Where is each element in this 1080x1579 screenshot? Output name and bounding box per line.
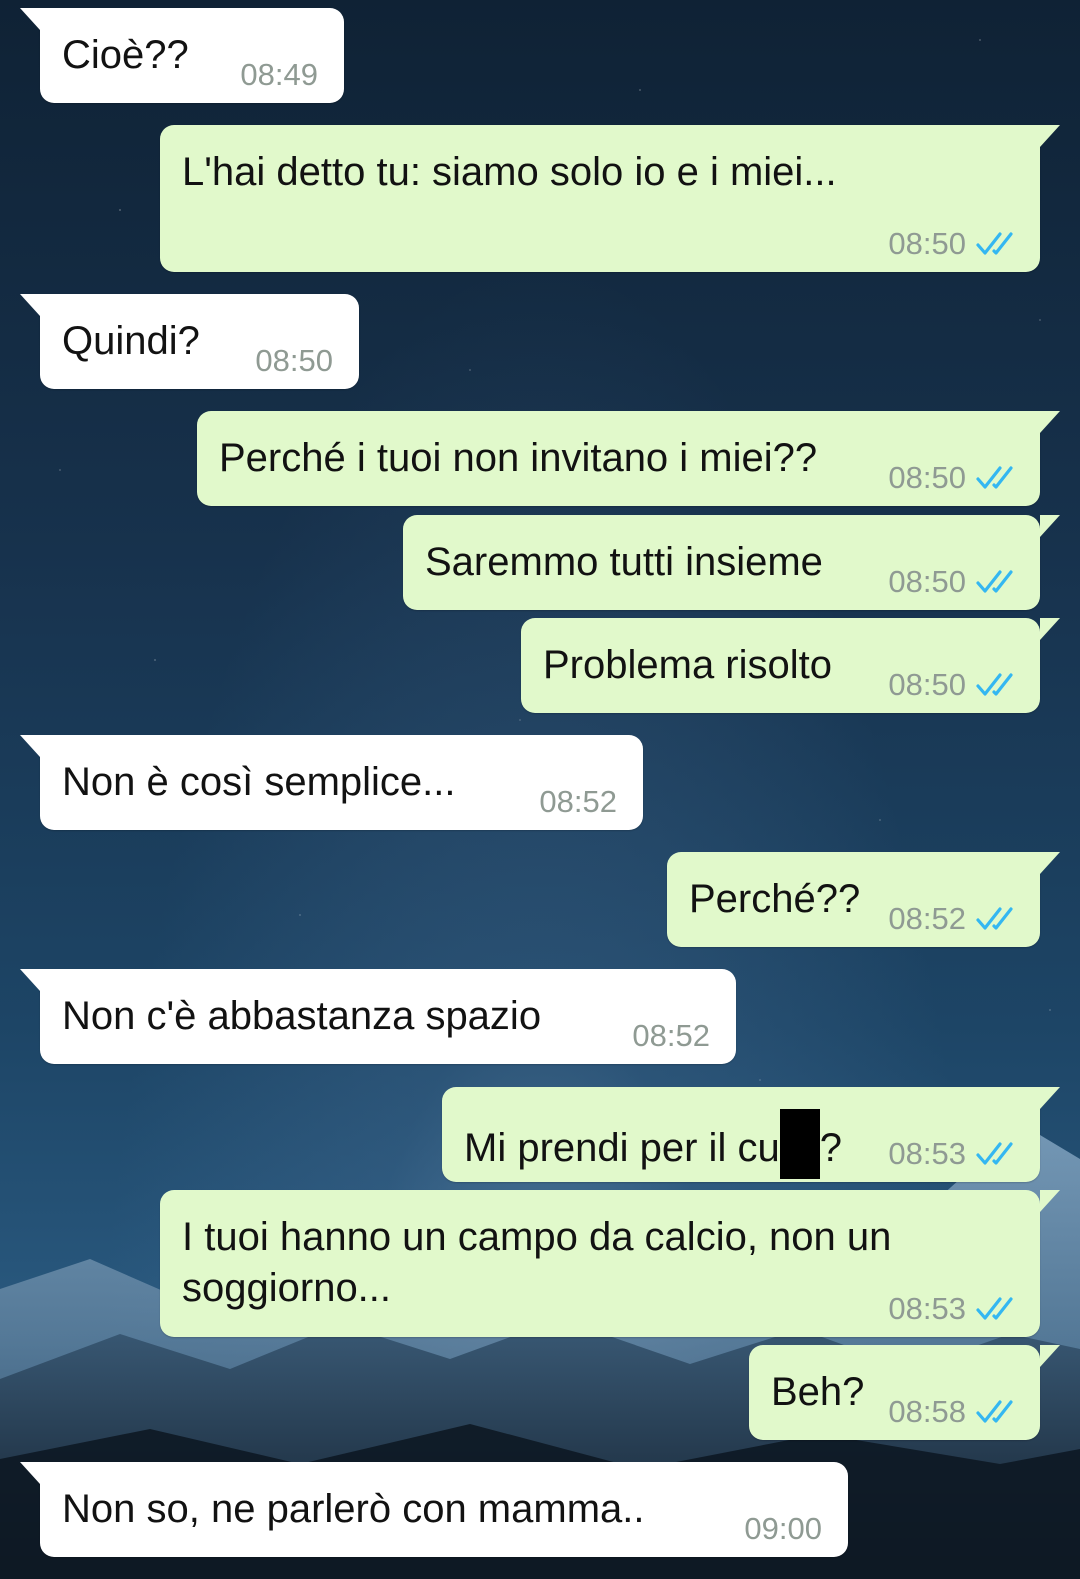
message-meta: 08:50 (888, 462, 1020, 493)
message-bubble-outgoing[interactable]: Perché i tuoi non invitano i miei?? 08:5… (197, 411, 1060, 506)
message-bubble-incoming[interactable]: Quindi? 08:50 (20, 294, 359, 389)
message-text: I tuoi hanno un campo da calcio, non un … (182, 1215, 892, 1310)
message-bubble-outgoing[interactable]: Problema risolto 08:50 (521, 618, 1060, 713)
message-meta: 08:52 (632, 1020, 710, 1051)
message-timestamp: 08:49 (240, 57, 318, 92)
double-check-icon (976, 1296, 1013, 1320)
message-text: Non c'è abbastanza spazio (62, 994, 542, 1038)
message-text: Beh? (771, 1370, 865, 1414)
message-text: Non so, ne parlerò con mamma.. (62, 1487, 645, 1531)
message-text: Problema risolto (543, 643, 833, 687)
message-text: Quindi? (62, 319, 200, 363)
message-meta: 09:00 (744, 1513, 822, 1544)
message-text-before-redaction: Mi prendi per il cu (464, 1126, 780, 1170)
message-bubble-incoming[interactable]: Cioè?? 08:49 (20, 8, 344, 103)
double-check-icon (976, 231, 1013, 255)
message-list[interactable]: Cioè?? 08:49 L'hai detto tu: siamo solo … (0, 0, 1080, 1579)
message-bubble-incoming[interactable]: Non c'è abbastanza spazio 08:52 (20, 969, 736, 1064)
message-text: Saremmo tutti insieme (425, 540, 823, 584)
double-check-icon (976, 569, 1013, 593)
message-meta: 08:58 (888, 1396, 1020, 1427)
message-text: Non è così semplice... (62, 760, 456, 804)
message-timestamp: 09:00 (744, 1511, 822, 1546)
message-timestamp: 08:58 (888, 1394, 966, 1429)
message-meta: 08:49 (240, 59, 318, 90)
message-timestamp: 08:50 (888, 460, 966, 495)
message-meta: 08:52 (888, 903, 1020, 934)
double-check-icon (976, 906, 1013, 930)
message-timestamp: 08:53 (888, 1291, 966, 1326)
message-bubble-outgoing[interactable]: Perché?? 08:52 (667, 852, 1060, 947)
message-timestamp: 08:52 (632, 1018, 710, 1053)
message-bubble-outgoing[interactable]: I tuoi hanno un campo da calcio, non un … (160, 1190, 1060, 1337)
message-text: Mi prendi per il cu? (464, 1109, 842, 1179)
message-text: Cioè?? (62, 33, 189, 77)
message-bubble-outgoing[interactable]: L'hai detto tu: siamo solo io e i miei..… (160, 125, 1060, 272)
message-meta: 08:50 (888, 669, 1020, 700)
double-check-icon (976, 1399, 1013, 1423)
redaction-block (779, 1109, 820, 1179)
double-check-icon (976, 1141, 1013, 1165)
message-meta: 08:50 (888, 228, 1020, 259)
double-check-icon (976, 672, 1013, 696)
message-meta: 08:53 (888, 1293, 1020, 1324)
message-meta: 08:53 (888, 1138, 1020, 1169)
message-bubble-incoming[interactable]: Non so, ne parlerò con mamma.. 09:00 (20, 1462, 848, 1557)
message-meta: 08:50 (888, 566, 1020, 597)
message-bubble-outgoing[interactable]: Saremmo tutti insieme 08:50 (403, 515, 1060, 610)
message-text: L'hai detto tu: siamo solo io e i miei..… (182, 150, 837, 194)
message-timestamp: 08:50 (888, 226, 966, 261)
message-text-after-redaction: ? (819, 1126, 842, 1170)
message-timestamp: 08:52 (539, 784, 617, 819)
message-timestamp: 08:50 (888, 564, 966, 599)
message-timestamp: 08:50 (255, 343, 333, 378)
message-timestamp: 08:50 (888, 667, 966, 702)
message-timestamp: 08:53 (888, 1136, 966, 1171)
double-check-icon (976, 465, 1013, 489)
message-bubble-incoming[interactable]: Non è così semplice... 08:52 (20, 735, 643, 830)
message-bubble-outgoing[interactable]: Beh? 08:58 (749, 1345, 1060, 1440)
message-text: Perché?? (689, 877, 861, 921)
message-bubble-outgoing[interactable]: Mi prendi per il cu? 08:53 (442, 1087, 1060, 1182)
message-meta: 08:52 (539, 786, 617, 817)
message-text: Perché i tuoi non invitano i miei?? (219, 436, 818, 480)
message-timestamp: 08:52 (888, 901, 966, 936)
message-meta: 08:50 (255, 345, 333, 376)
